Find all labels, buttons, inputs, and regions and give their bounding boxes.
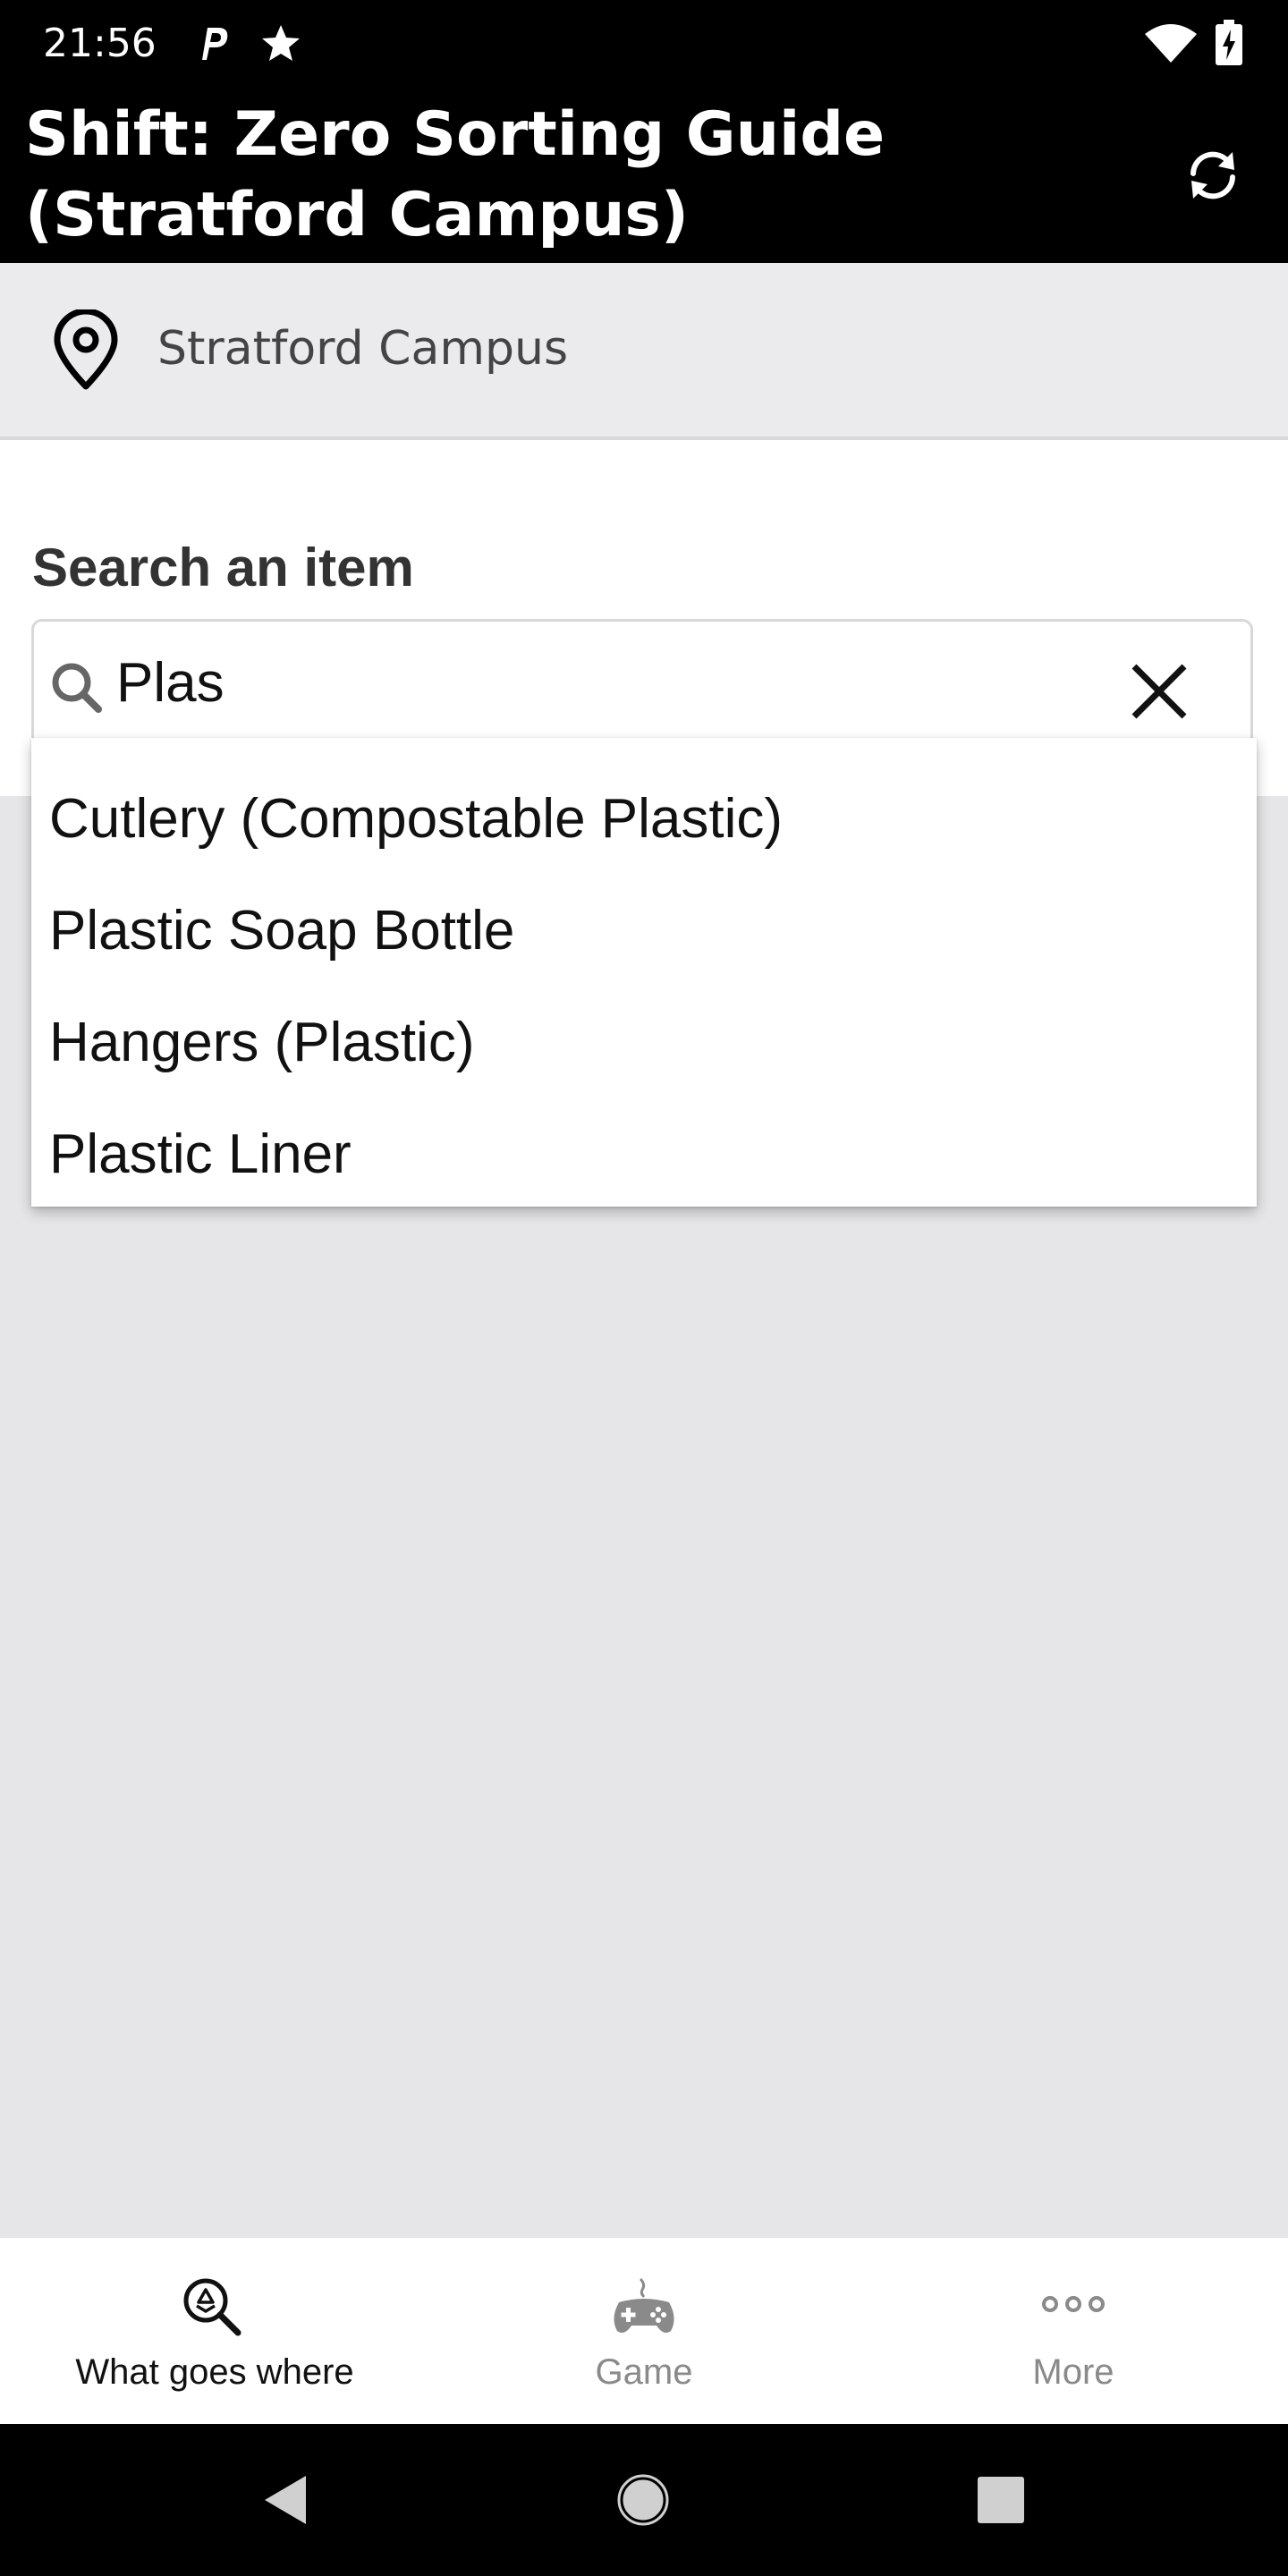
nav-label: Game — [595, 2352, 693, 2392]
nav-label: More — [1032, 2352, 1114, 2392]
refresh-button[interactable] — [1179, 141, 1247, 209]
back-triangle-icon — [265, 2476, 306, 2524]
search-icon — [48, 659, 106, 721]
parking-notification-icon — [191, 22, 233, 68]
bottom-navigation: What goes where Game More — [0, 2238, 1288, 2424]
clear-search-button[interactable] — [1116, 648, 1202, 734]
home-button[interactable] — [603, 2460, 683, 2540]
suggestion-item[interactable]: Cutlery (Compostable Plastic) — [31, 763, 1257, 875]
nav-more[interactable]: More — [859, 2238, 1288, 2424]
status-bar: 21:56 — [0, 0, 1288, 88]
wifi-icon — [1143, 23, 1199, 69]
search-label: Search an item — [32, 538, 414, 597]
battery-charging-icon — [1215, 20, 1243, 71]
suggestion-item[interactable]: Hangers (Plastic) — [31, 987, 1257, 1098]
system-navigation-bar — [0, 2424, 1288, 2576]
nav-label: What goes where — [75, 2352, 354, 2392]
close-icon — [1131, 664, 1187, 719]
location-pin-icon — [50, 308, 122, 396]
search-input[interactable] — [116, 640, 1064, 725]
refresh-icon — [1191, 151, 1235, 199]
star-notification-icon — [259, 22, 302, 70]
recents-square-icon — [978, 2477, 1024, 2523]
nav-what-goes-where[interactable]: What goes where — [0, 2238, 429, 2424]
suggestion-item[interactable]: Plastic Liner — [31, 1098, 1257, 1210]
home-circle-icon — [617, 2474, 669, 2526]
recycle-search-icon — [179, 2275, 250, 2340]
page-title: Shift: Zero Sorting Guide (Stratford Cam… — [25, 99, 886, 250]
gamepad-icon — [608, 2275, 680, 2340]
location-selector[interactable]: Stratford Campus — [0, 263, 1288, 440]
back-button[interactable] — [245, 2460, 326, 2540]
app-bar: Shift: Zero Sorting Guide (Stratford Cam… — [0, 88, 1288, 263]
more-dots-icon — [1038, 2275, 1109, 2340]
location-name: Stratford Campus — [157, 322, 569, 376]
suggestion-item[interactable]: Plastic Soap Bottle — [31, 875, 1257, 987]
suggestion-dropdown: Cutlery (Compostable Plastic) Plastic So… — [31, 738, 1257, 1207]
status-time: 21:56 — [43, 21, 157, 66]
nav-game[interactable]: Game — [429, 2238, 859, 2424]
recents-button[interactable] — [961, 2460, 1041, 2540]
